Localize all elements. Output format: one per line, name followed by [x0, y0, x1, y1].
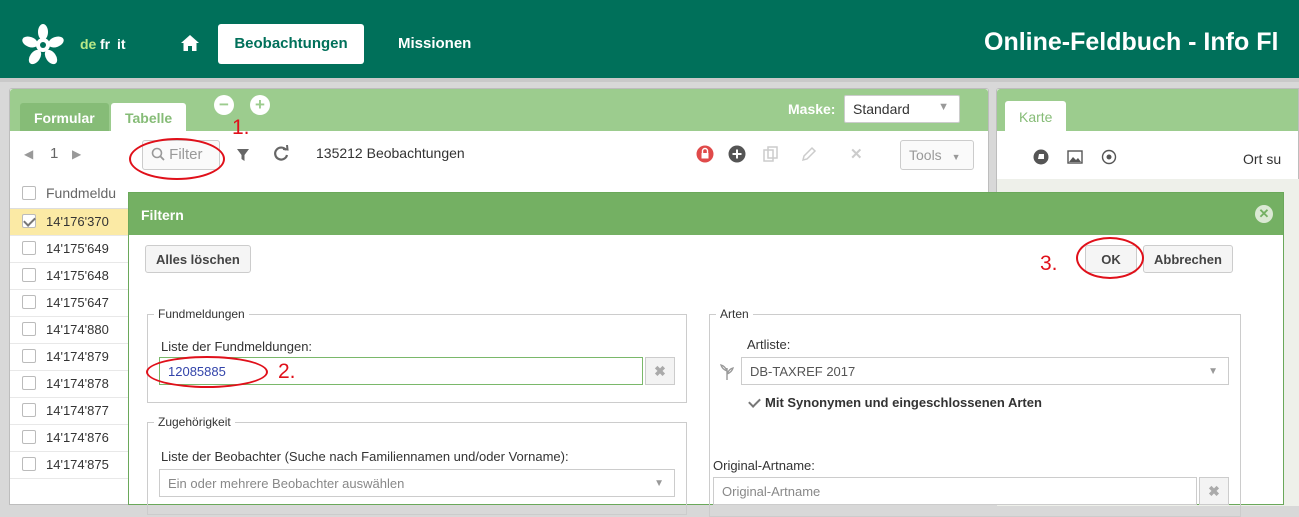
original-artname-input[interactable]: Original-Artname	[713, 477, 1197, 505]
dialog-header: Filtern ✕	[129, 193, 1283, 235]
beobachter-label: Liste der Beobachter (Suche nach Familie…	[161, 449, 569, 464]
pencil-icon[interactable]	[800, 145, 818, 163]
beobachter-placeholder: Ein oder mehrere Beobachter auswählen	[168, 476, 405, 491]
row-checkbox[interactable]	[22, 349, 36, 363]
page-number: 1	[50, 145, 59, 162]
copy-icon[interactable]	[762, 145, 780, 163]
table-row[interactable]: 14'174'877	[10, 398, 140, 425]
add-circle-icon[interactable]	[728, 145, 746, 163]
table-row[interactable]: 14'176'370	[10, 209, 140, 236]
row-checkbox[interactable]	[22, 376, 36, 390]
maske-label: Maske:	[788, 101, 836, 117]
tools-label: Tools	[909, 147, 942, 163]
maske-select[interactable]: Standard ▼	[844, 95, 960, 123]
annotation-circle-ok	[1076, 237, 1144, 279]
row-checkbox[interactable]	[22, 214, 36, 228]
tools-dropdown[interactable]: Tools ▼	[900, 140, 974, 170]
home-icon[interactable]	[180, 34, 200, 52]
funnel-icon[interactable]	[236, 147, 250, 163]
prev-page-icon[interactable]: ◀	[24, 147, 33, 161]
table-row[interactable]: 14'174'879	[10, 344, 140, 371]
clear-all-button[interactable]: Alles löschen	[145, 245, 251, 273]
annotation-circle-input	[146, 356, 268, 388]
lang-it[interactable]: it	[117, 36, 126, 52]
close-icon[interactable]: ✕	[1255, 205, 1273, 223]
lock-icon[interactable]	[696, 145, 714, 163]
top-bar: de fr it Beobachtungen Missionen Online-…	[0, 0, 1299, 82]
nav-beobachtungen[interactable]: Beobachtungen	[218, 24, 364, 64]
row-checkbox[interactable]	[22, 268, 36, 282]
dialog-title: Filtern	[141, 207, 184, 223]
artliste-value: DB-TAXREF 2017	[750, 364, 856, 379]
row-checkbox[interactable]	[22, 241, 36, 255]
chevron-down-icon: ▼	[1208, 366, 1218, 377]
artliste-label: Artliste:	[747, 337, 791, 352]
observation-count: 135212 Beobachtungen	[316, 145, 465, 161]
flora-logo-icon[interactable]	[22, 24, 64, 66]
delete-icon[interactable]: ✕	[850, 145, 863, 163]
map-tab-bar: Karte	[997, 89, 1298, 131]
table-row[interactable]: 14'174'880	[10, 317, 140, 344]
next-page-icon[interactable]: ▶	[72, 147, 81, 161]
row-checkbox[interactable]	[22, 430, 36, 444]
artliste-select[interactable]: DB-TAXREF 2017 ▼	[741, 357, 1229, 385]
tab-tabelle[interactable]: Tabelle	[111, 103, 187, 131]
observations-table: Fundmeldu 14'176'370 14'175'649 14'175'6…	[10, 177, 140, 505]
tab-karte[interactable]: Karte	[1005, 101, 1067, 131]
row-checkbox[interactable]	[22, 403, 36, 417]
table-row[interactable]: 14'174'875	[10, 452, 140, 479]
chevron-down-icon: ▼	[938, 101, 949, 113]
panel-tab-bar: Formular Tabelle − + Maske: Standard ▼	[10, 89, 988, 131]
maske-value: Standard	[853, 101, 910, 117]
lang-fr[interactable]: fr	[100, 36, 110, 52]
image-icon[interactable]	[1067, 149, 1083, 165]
chevron-down-icon: ▼	[654, 478, 664, 489]
row-checkbox[interactable]	[22, 457, 36, 471]
arten-legend: Arten	[720, 307, 749, 321]
app-title: Online-Feldbuch - Info Fl	[984, 28, 1279, 56]
fundmeldungen-label: Liste der Fundmeldungen:	[161, 339, 313, 354]
refresh-icon[interactable]	[272, 145, 290, 163]
lang-de[interactable]: de	[80, 36, 96, 52]
table-row[interactable]: 14'175'647	[10, 290, 140, 317]
zugehoerigkeit-legend: Zugehörigkeit	[158, 415, 231, 429]
table-row[interactable]: 14'174'878	[10, 371, 140, 398]
map-search-label[interactable]: Ort su	[1243, 151, 1281, 167]
polygon-icon[interactable]	[1033, 149, 1049, 165]
clear-fundmeldungen-icon[interactable]: ✖	[645, 357, 675, 385]
plus-circle-icon[interactable]: +	[250, 95, 270, 115]
fundmeldungen-group: Fundmeldungen	[147, 307, 687, 403]
fundmeldungen-legend: Fundmeldungen	[158, 307, 245, 321]
plant-icon	[720, 364, 734, 380]
zugehoerigkeit-group: Zugehörigkeit	[147, 415, 687, 515]
tab-formular[interactable]: Formular	[20, 103, 109, 131]
annotation-step-1: 1.	[232, 116, 250, 139]
minus-circle-icon[interactable]: −	[214, 95, 234, 115]
original-artname-label: Original-Artname:	[713, 458, 815, 473]
target-icon[interactable]	[1101, 149, 1117, 165]
row-checkbox[interactable]	[22, 295, 36, 309]
clear-artname-icon[interactable]: ✖	[1199, 477, 1229, 505]
table-row[interactable]: 14'175'648	[10, 263, 140, 290]
chevron-down-icon: ▼	[951, 152, 961, 162]
synonyms-checkbox[interactable]: Mit Synonymen und eingeschlossenen Arten	[747, 395, 1042, 410]
table-row[interactable]: 14'175'649	[10, 236, 140, 263]
nav-missionen[interactable]: Missionen	[398, 35, 471, 52]
beobachter-select[interactable]: Ein oder mehrere Beobachter auswählen ▼	[159, 469, 675, 497]
row-checkbox[interactable]	[22, 322, 36, 336]
select-all-checkbox[interactable]	[22, 186, 36, 200]
annotation-step-3: 3.	[1040, 252, 1058, 275]
column-header-fundmeldung[interactable]: Fundmeldu	[10, 177, 140, 209]
cancel-button[interactable]: Abbrechen	[1143, 245, 1233, 273]
check-icon	[747, 395, 761, 409]
table-row[interactable]: 14'174'876	[10, 425, 140, 452]
annotation-step-2: 2.	[278, 360, 296, 383]
annotation-circle-filter	[129, 138, 225, 180]
